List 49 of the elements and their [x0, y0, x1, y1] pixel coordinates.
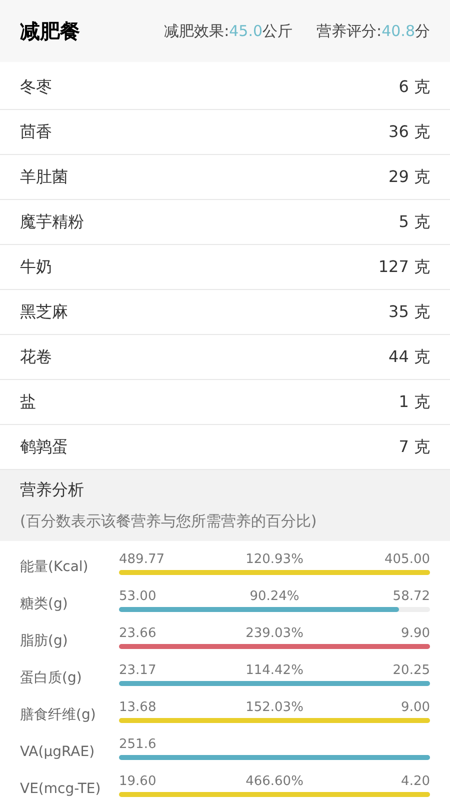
nutrient-target: 4.20	[401, 774, 430, 790]
nutrient-name: 脂肪(g)	[20, 632, 69, 650]
nutrient-percent: 239.03%	[246, 626, 304, 642]
food-amount: 127 克	[378, 256, 430, 278]
nutrient-percent: 152.03%	[246, 700, 304, 716]
nutrient-value: 489.77	[119, 552, 166, 568]
page-title: 减肥餐	[20, 18, 80, 45]
food-amount: 44 克	[388, 346, 430, 368]
nutrient-percent: 90.24%	[250, 588, 300, 604]
nutrient-name: 糖类(g)	[20, 594, 69, 614]
nutrient-target: 20.25	[392, 662, 430, 678]
food-name: 鹌鹑蛋	[20, 436, 68, 458]
food-name: 花卷	[20, 346, 52, 368]
food-amount: 36 克	[388, 121, 430, 143]
nutrient-value: 13.68	[119, 700, 158, 716]
food-amount: 5 克	[398, 211, 430, 233]
nutrient-value: 53.00	[119, 588, 158, 604]
nutrient-target: 9.90	[401, 626, 430, 642]
food-name: 黑芝麻	[20, 301, 68, 323]
food-amount: 6 克	[398, 76, 430, 98]
food-name: 茴香	[20, 121, 52, 143]
weight-loss-effect: 减肥效果:45.0公斤	[164, 20, 293, 42]
nutrient-name: VA(μgRAE)	[20, 742, 96, 762]
food-amount: 7 克	[398, 436, 430, 458]
nutrient-value: 251.6	[119, 736, 158, 752]
food-amount: 35 克	[388, 301, 430, 323]
section-title: 营养分析	[20, 479, 85, 501]
food-amount: 29 克	[388, 166, 430, 188]
nutrient-name: 能量(Kcal)	[20, 558, 90, 576]
food-name: 牛奶	[20, 256, 52, 278]
nutrition-score: 营养评分:40.8分	[316, 20, 430, 42]
food-amount: 1 克	[398, 391, 430, 413]
nutrient-value: 23.17	[119, 662, 158, 678]
nutrient-name: 蛋白质(g)	[20, 668, 83, 688]
nutrient-target: 58.72	[392, 588, 430, 604]
nutrient-value: 19.60	[119, 774, 158, 790]
nutrient-value: 23.66	[119, 626, 158, 642]
food-name: 冬枣	[20, 76, 52, 98]
nutrient-percent: 120.93%	[246, 552, 304, 568]
nutrient-name: VE(mcg-TE)	[20, 780, 102, 798]
nutrient-target: 405.00	[384, 552, 430, 568]
nutrient-name: 膳食纤维(g)	[20, 706, 97, 724]
section-note: (百分数表示该餐营养与您所需营养的百分比)	[20, 511, 318, 532]
nutrient-percent: 466.60%	[246, 774, 304, 790]
food-name: 魔芋精粉	[20, 211, 84, 233]
food-name: 盐	[20, 391, 36, 413]
food-name: 羊肚菌	[20, 166, 68, 188]
nutrient-percent: 114.42%	[246, 662, 304, 678]
nutrient-target: 9.00	[401, 700, 430, 716]
